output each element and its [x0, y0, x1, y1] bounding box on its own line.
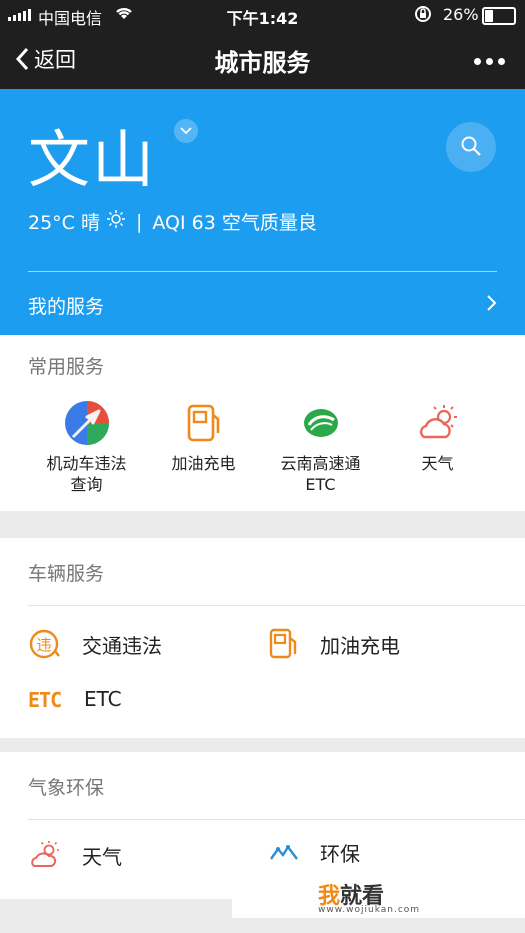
- service-weather-row[interactable]: 天气: [28, 840, 122, 870]
- divider: [28, 271, 497, 272]
- service-label: 交通违法: [82, 633, 162, 658]
- service-traffic-violation[interactable]: 机动车违法 查询: [28, 399, 145, 495]
- service-label: 加油充电: [171, 454, 236, 473]
- separator: |: [135, 210, 143, 233]
- chevron-right-icon[interactable]: [486, 294, 498, 316]
- service-label: 机动车违法 查询: [46, 454, 127, 494]
- divider: [28, 819, 525, 820]
- etc-icon: ETC: [28, 688, 62, 712]
- environment-icon: [270, 844, 298, 860]
- svg-text:违: 违: [36, 636, 51, 654]
- page-title: 城市服务: [214, 49, 311, 77]
- service-label: 云南高速通 ETC: [280, 454, 361, 494]
- service-label: 加油充电: [320, 633, 400, 658]
- fuel-pump-icon: [180, 399, 228, 447]
- search-button[interactable]: [446, 122, 496, 172]
- city-header: 文山 25°C 晴 | AQI 63 空气质量良 我的服务: [0, 89, 525, 335]
- service-label: ETC: [84, 687, 122, 711]
- nav-bar: 返回 城市服务: [0, 30, 525, 89]
- service-yunnan-etc[interactable]: 云南高速通 ETC: [262, 399, 379, 495]
- service-fuel-charge[interactable]: 加油充电: [145, 399, 262, 495]
- service-label: 环保: [320, 842, 360, 866]
- battery-icon: [482, 7, 516, 25]
- yunnan-expressway-icon: [297, 399, 345, 447]
- service-etc-row[interactable]: ETC ETC: [28, 686, 122, 712]
- section-title: 车辆服务: [28, 563, 105, 585]
- weather-aqi: AQI 63 空气质量良: [152, 212, 317, 234]
- service-environment-row[interactable]: 环保: [268, 838, 360, 867]
- traffic-violation-icon: 违: [29, 629, 60, 659]
- battery-percent: 26%: [443, 5, 479, 24]
- weather-temp: 25°C 晴: [28, 212, 100, 234]
- weather-icon: [31, 841, 59, 867]
- rotation-lock-icon: [414, 5, 432, 27]
- fuel-pump-icon: [269, 628, 297, 659]
- service-traffic-violation-row[interactable]: 违 交通违法: [28, 627, 162, 661]
- service-label: 天气: [82, 844, 122, 869]
- divider: [28, 605, 525, 606]
- city-switch-button[interactable]: [174, 119, 198, 143]
- service-weather[interactable]: 天气: [379, 399, 496, 495]
- section-title: 气象环保: [28, 777, 105, 799]
- sun-icon: [106, 209, 126, 234]
- city-name[interactable]: 文山: [28, 109, 156, 199]
- svg-text:ETC: ETC: [28, 688, 61, 712]
- chevron-down-icon: [180, 127, 192, 135]
- more-button[interactable]: [474, 58, 505, 65]
- weather-summary: 25°C 晴 | AQI 63 空气质量良: [28, 208, 317, 235]
- common-services-grid: 机动车违法 查询 加油充电 云南高速通 ETC 天气: [0, 399, 525, 495]
- service-label: 天气: [421, 454, 454, 473]
- weather-icon: [414, 399, 462, 447]
- status-bar: 中国电信 下午1:42 26%: [0, 0, 525, 30]
- service-fuel-charge-row[interactable]: 加油充电: [268, 627, 400, 661]
- vehicle-services-card: 车辆服务 违 交通违法 加油充电 ETC ETC: [0, 538, 525, 738]
- common-services-card: 常用服务 机动车违法 查询 加油充电 云南高速通 ETC 天气: [0, 335, 525, 511]
- search-icon: [461, 136, 481, 156]
- section-title: 常用服务: [28, 356, 105, 378]
- traffic-violation-icon: [63, 399, 111, 447]
- watermark-url: www.wojiukan.com: [318, 905, 421, 915]
- my-service-link[interactable]: 我的服务: [28, 292, 104, 319]
